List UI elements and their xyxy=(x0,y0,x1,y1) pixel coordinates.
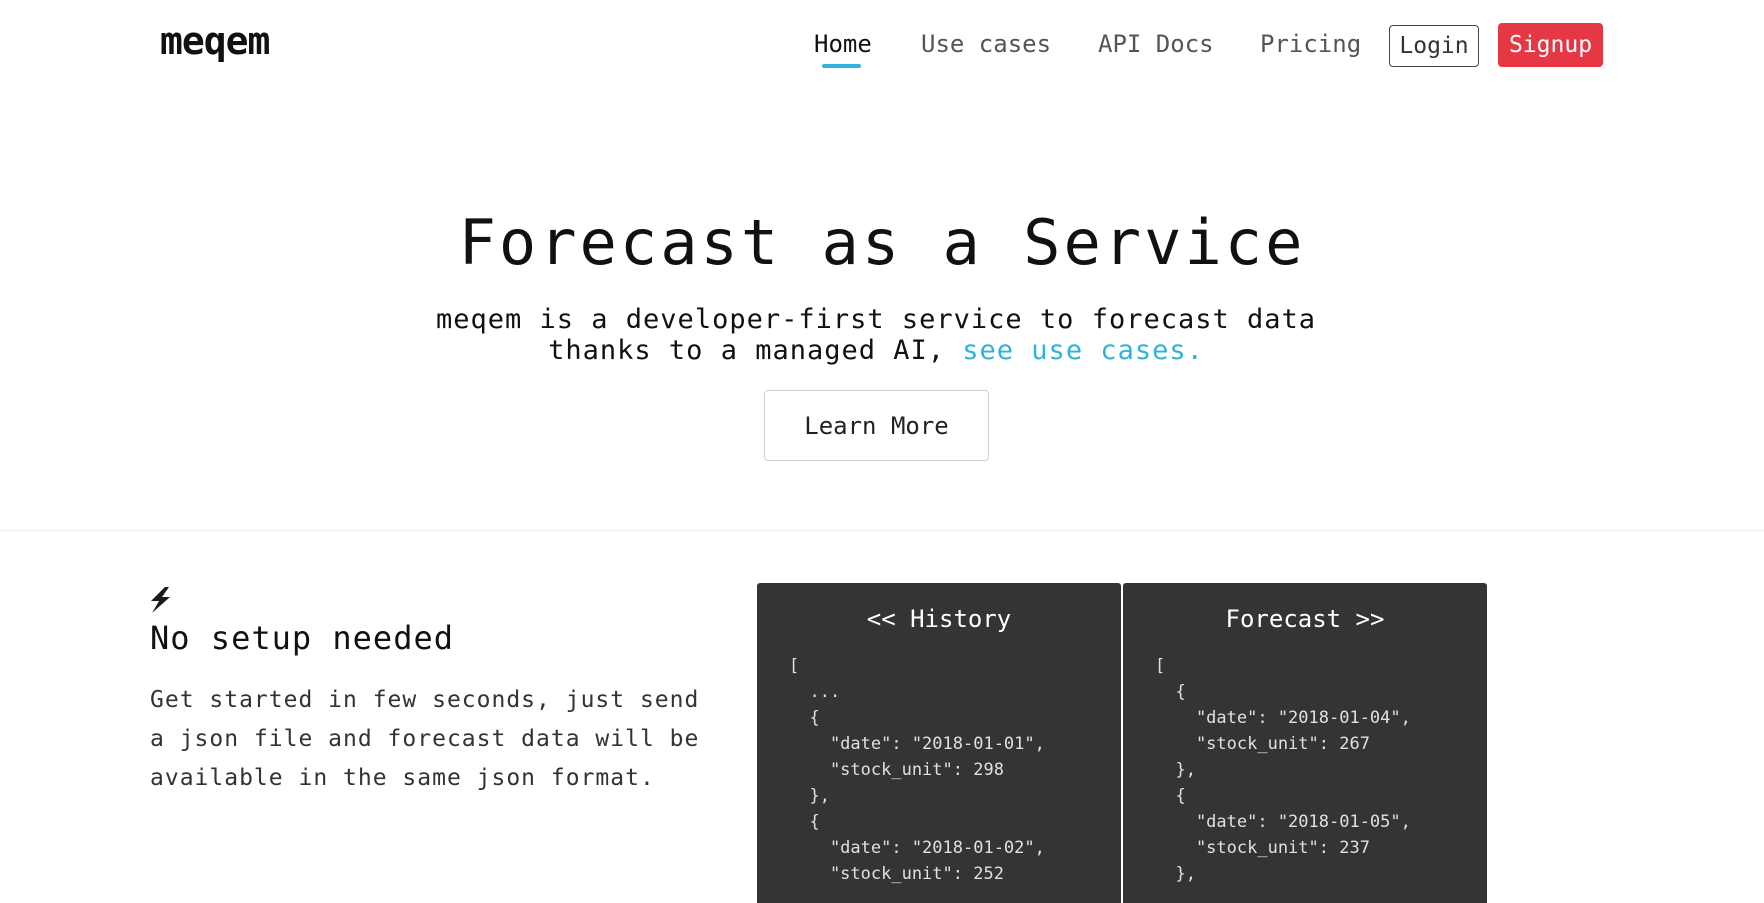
history-code: [ ... { "date": "2018-01-01", "stock_uni… xyxy=(789,656,1045,884)
nav-active-indicator xyxy=(822,64,861,68)
history-panel: << History [ ... { "date": "2018-01-01",… xyxy=(757,583,1121,903)
main-nav: Home Use cases API Docs Pricing Login Si… xyxy=(0,22,1764,70)
see-use-cases-link[interactable]: see use cases. xyxy=(962,335,1204,366)
forecast-panel-title: Forecast >> xyxy=(1225,605,1385,633)
signup-button[interactable]: Signup xyxy=(1498,23,1603,67)
login-button[interactable]: Login xyxy=(1389,25,1479,67)
nav-api-docs[interactable]: API Docs xyxy=(1098,32,1214,56)
nav-use-cases[interactable]: Use cases xyxy=(921,32,1051,56)
hero-title: Forecast as a Service xyxy=(458,206,1306,279)
lightning-bolt-icon xyxy=(151,587,170,613)
feature-description: Get started in few seconds, just send a … xyxy=(150,687,700,791)
hero-subtitle: meqem is a developer-first service to fo… xyxy=(0,304,1752,366)
section-divider xyxy=(0,530,1764,531)
forecast-panel: Forecast >> [ { "date": "2018-01-04", "s… xyxy=(1123,583,1487,903)
site-header: meqem Home Use cases API Docs Pricing Lo… xyxy=(0,0,1764,92)
forecast-code: [ { "date": "2018-01-04", "stock_unit": … xyxy=(1155,656,1411,884)
nav-pricing[interactable]: Pricing xyxy=(1260,32,1361,56)
history-panel-title: << History xyxy=(866,605,1012,633)
hero-subtitle-line1: meqem is a developer-first service to fo… xyxy=(435,304,1317,335)
hero-subtitle-line2: thanks to a managed AI, see use cases. xyxy=(0,335,1752,366)
feature-title: No setup needed xyxy=(150,619,454,657)
hero-subtitle-text: thanks to a managed AI, xyxy=(548,335,946,366)
nav-home[interactable]: Home xyxy=(814,32,872,56)
learn-more-button[interactable]: Learn More xyxy=(764,390,989,461)
